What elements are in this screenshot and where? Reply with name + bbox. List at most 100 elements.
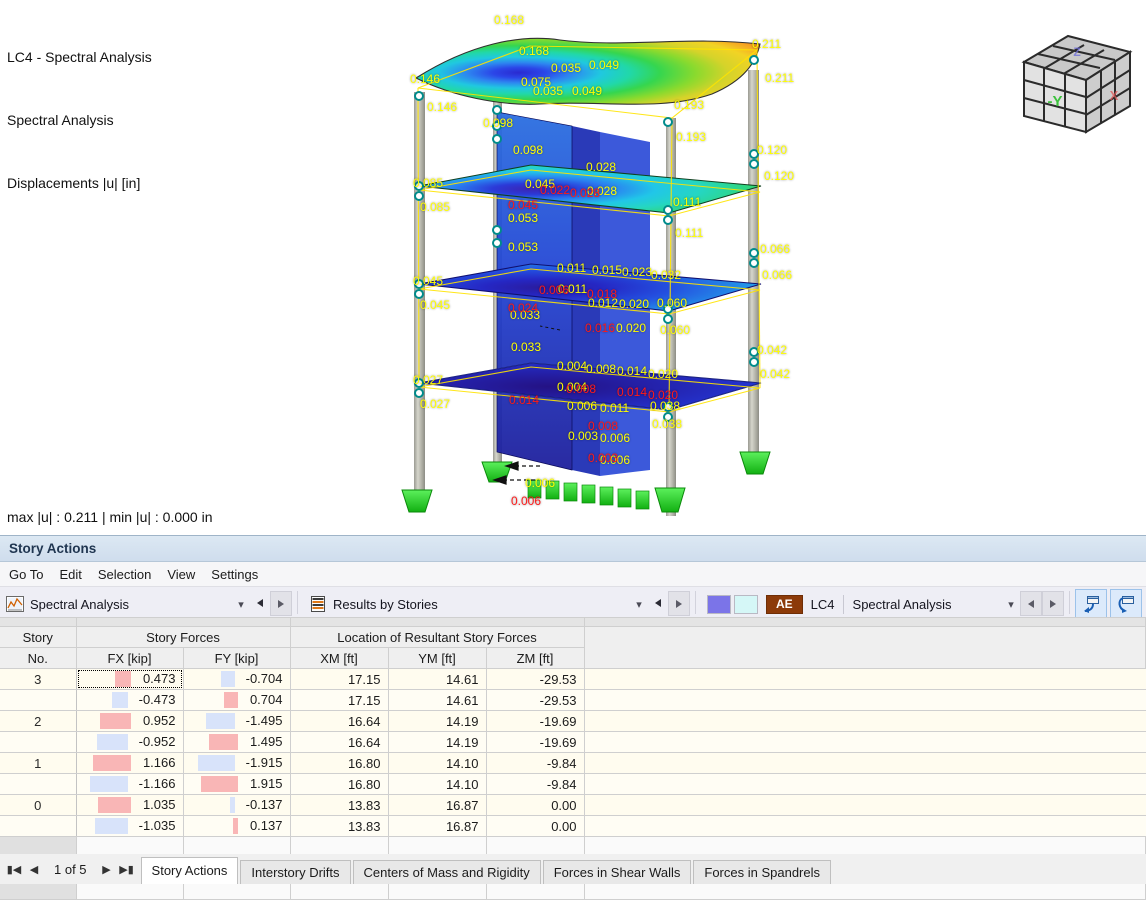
column-header-ym[interactable]: YM [ft] (388, 647, 487, 669)
previous-page-icon[interactable]: ◀ (24, 863, 44, 876)
cell-xm[interactable]: 13.83 (290, 815, 389, 837)
loadcase-selector[interactable]: AE LC4 Spectral Analysis ▾ (701, 587, 1020, 618)
cell-ym[interactable]: 14.10 (388, 773, 487, 795)
cell-fx[interactable]: -0.473 (76, 689, 184, 711)
story-no-header-sub[interactable]: No. (0, 647, 77, 669)
cell-ym[interactable]: 14.61 (388, 689, 487, 711)
table-row[interactable]: 0 1.035 -0.137 13.83 16.87 0.00 (0, 794, 1146, 816)
view-navigation-cube[interactable]: -Y X Z (1016, 24, 1140, 144)
cell-zm[interactable]: -29.53 (486, 668, 585, 690)
sheet-tabs-bar[interactable]: ▮◀ ◀ 1 of 5 ▶ ▶▮ Story Actions Interstory… (0, 854, 1146, 884)
cell-story-no[interactable]: 3 (0, 668, 77, 690)
story-no-header-top[interactable]: Story (0, 626, 77, 648)
next-page-icon[interactable]: ▶ (97, 863, 117, 876)
cell-fy[interactable]: 0.704 (183, 689, 291, 711)
cell-story-no[interactable]: 1 (0, 752, 77, 774)
3d-viewport[interactable]: LC4 - Spectral Analysis Spectral Analysi… (0, 0, 1146, 535)
cell-fx[interactable]: -1.166 (76, 773, 184, 795)
cell-zm[interactable]: 0.00 (486, 794, 585, 816)
cell-empty[interactable] (584, 752, 1146, 774)
table-row[interactable]: 3 0.473 -0.704 17.15 14.61 -29.53 (0, 668, 1146, 690)
record-pager[interactable]: ▮◀ ◀ 1 of 5 ▶ ▶▮ (0, 857, 141, 881)
cell-xm[interactable]: 16.80 (290, 752, 389, 774)
table-row[interactable]: -0.952 1.495 16.64 14.19 -19.69 (0, 731, 1146, 753)
table-row[interactable]: 1 1.166 -1.915 16.80 14.10 -9.84 (0, 752, 1146, 774)
cell-ym[interactable]: 14.19 (388, 731, 487, 753)
column-header-fy[interactable]: FY [kip] (183, 647, 291, 669)
cell-fy[interactable]: 0.137 (183, 815, 291, 837)
cell-empty[interactable] (584, 710, 1146, 732)
cell-zm[interactable]: 0.00 (486, 815, 585, 837)
cell-xm[interactable]: 16.64 (290, 731, 389, 753)
table-row[interactable]: -0.473 0.704 17.15 14.61 -29.53 (0, 689, 1146, 711)
cell-fy[interactable]: -1.915 (183, 752, 291, 774)
cell-story-no[interactable] (0, 773, 77, 795)
menu-item-settings[interactable]: Settings (211, 567, 268, 582)
tab-forces-in-shear-walls[interactable]: Forces in Shear Walls (542, 860, 692, 884)
cell-xm[interactable]: 16.64 (290, 710, 389, 732)
loadcase-combo[interactable]: Spectral Analysis ▾ (0, 587, 250, 618)
cell-zm[interactable]: -9.84 (486, 752, 585, 774)
last-page-icon[interactable]: ▶▮ (117, 863, 137, 876)
cell-empty[interactable] (584, 815, 1146, 837)
cell-zm[interactable]: -9.84 (486, 773, 585, 795)
cell-empty[interactable] (584, 773, 1146, 795)
cell-xm[interactable]: 13.83 (290, 794, 389, 816)
loadcase-selector-next-button[interactable] (1042, 591, 1064, 616)
column-header-zm[interactable]: ZM [ft] (486, 647, 585, 669)
first-page-icon[interactable]: ▮◀ (4, 863, 24, 876)
cell-fy[interactable]: -0.704 (183, 668, 291, 690)
tab-centers-of-mass-and-rigidity[interactable]: Centers of Mass and Rigidity (352, 860, 541, 884)
previous-window-button[interactable] (1075, 589, 1107, 618)
cell-fy[interactable]: 1.915 (183, 773, 291, 795)
cell-fy[interactable]: -1.495 (183, 710, 291, 732)
table-row[interactable]: -1.035 0.137 13.83 16.87 0.00 (0, 815, 1146, 837)
results-view-combo[interactable]: Results by Stories ▾ (303, 587, 648, 618)
structural-model[interactable] (0, 0, 1146, 535)
cell-fy[interactable]: -0.137 (183, 794, 291, 816)
cell-xm[interactable]: 17.15 (290, 689, 389, 711)
cell-ym[interactable]: 14.19 (388, 710, 487, 732)
panel-toolbar[interactable]: Spectral Analysis ▾ Results by Stories ▾… (0, 587, 1146, 619)
results-view-prev-button[interactable] (648, 591, 668, 614)
tab-story-actions[interactable]: Story Actions (140, 857, 239, 884)
cell-story-no[interactable] (0, 815, 77, 837)
cell-empty[interactable] (584, 668, 1146, 690)
cell-ym[interactable]: 14.61 (388, 668, 487, 690)
cell-ym[interactable]: 14.10 (388, 752, 487, 774)
chevron-down-icon[interactable]: ▾ (1002, 598, 1020, 611)
column-header-xm[interactable]: XM [ft] (290, 647, 389, 669)
cell-zm[interactable]: -19.69 (486, 731, 585, 753)
panel-menubar[interactable]: Go To Edit Selection View Settings (0, 562, 1146, 587)
loadcase-selector-prev-button[interactable] (1020, 591, 1042, 616)
next-window-button[interactable] (1110, 589, 1142, 618)
menu-item-view[interactable]: View (167, 567, 205, 582)
menu-item-selection[interactable]: Selection (98, 567, 161, 582)
cell-empty[interactable] (584, 689, 1146, 711)
cell-zm[interactable]: -19.69 (486, 710, 585, 732)
chevron-down-icon[interactable]: ▾ (630, 598, 648, 611)
cell-fx[interactable]: 1.166 (76, 752, 184, 774)
tab-interstory-drifts[interactable]: Interstory Drifts (240, 860, 351, 884)
cell-fy[interactable]: 1.495 (183, 731, 291, 753)
cell-xm[interactable]: 16.80 (290, 773, 389, 795)
cell-ym[interactable]: 16.87 (388, 794, 487, 816)
column-header-fx[interactable]: FX [kip] (76, 647, 184, 669)
cell-xm[interactable]: 17.15 (290, 668, 389, 690)
loadcase-prev-button[interactable] (250, 591, 270, 614)
cell-fx[interactable]: -1.035 (76, 815, 184, 837)
cell-fx[interactable]: 0.952 (76, 710, 184, 732)
menu-item-edit[interactable]: Edit (59, 567, 91, 582)
table-row[interactable]: -1.166 1.915 16.80 14.10 -9.84 (0, 773, 1146, 795)
table-row[interactable]: 2 0.952 -1.495 16.64 14.19 -19.69 (0, 710, 1146, 732)
cell-fx[interactable]: -0.952 (76, 731, 184, 753)
sheet-tabs[interactable]: Story Actions Interstory Drifts Centers of… (140, 857, 833, 884)
cell-zm[interactable]: -29.53 (486, 689, 585, 711)
cell-fx[interactable]: 1.035 (76, 794, 184, 816)
results-grid[interactable]: Story Story Forces Location of Resultant… (0, 617, 1146, 900)
results-view-next-button[interactable] (668, 591, 690, 616)
cell-story-no[interactable]: 2 (0, 710, 77, 732)
cell-story-no[interactable] (0, 731, 77, 753)
cell-story-no[interactable] (0, 689, 77, 711)
cell-story-no[interactable]: 0 (0, 794, 77, 816)
